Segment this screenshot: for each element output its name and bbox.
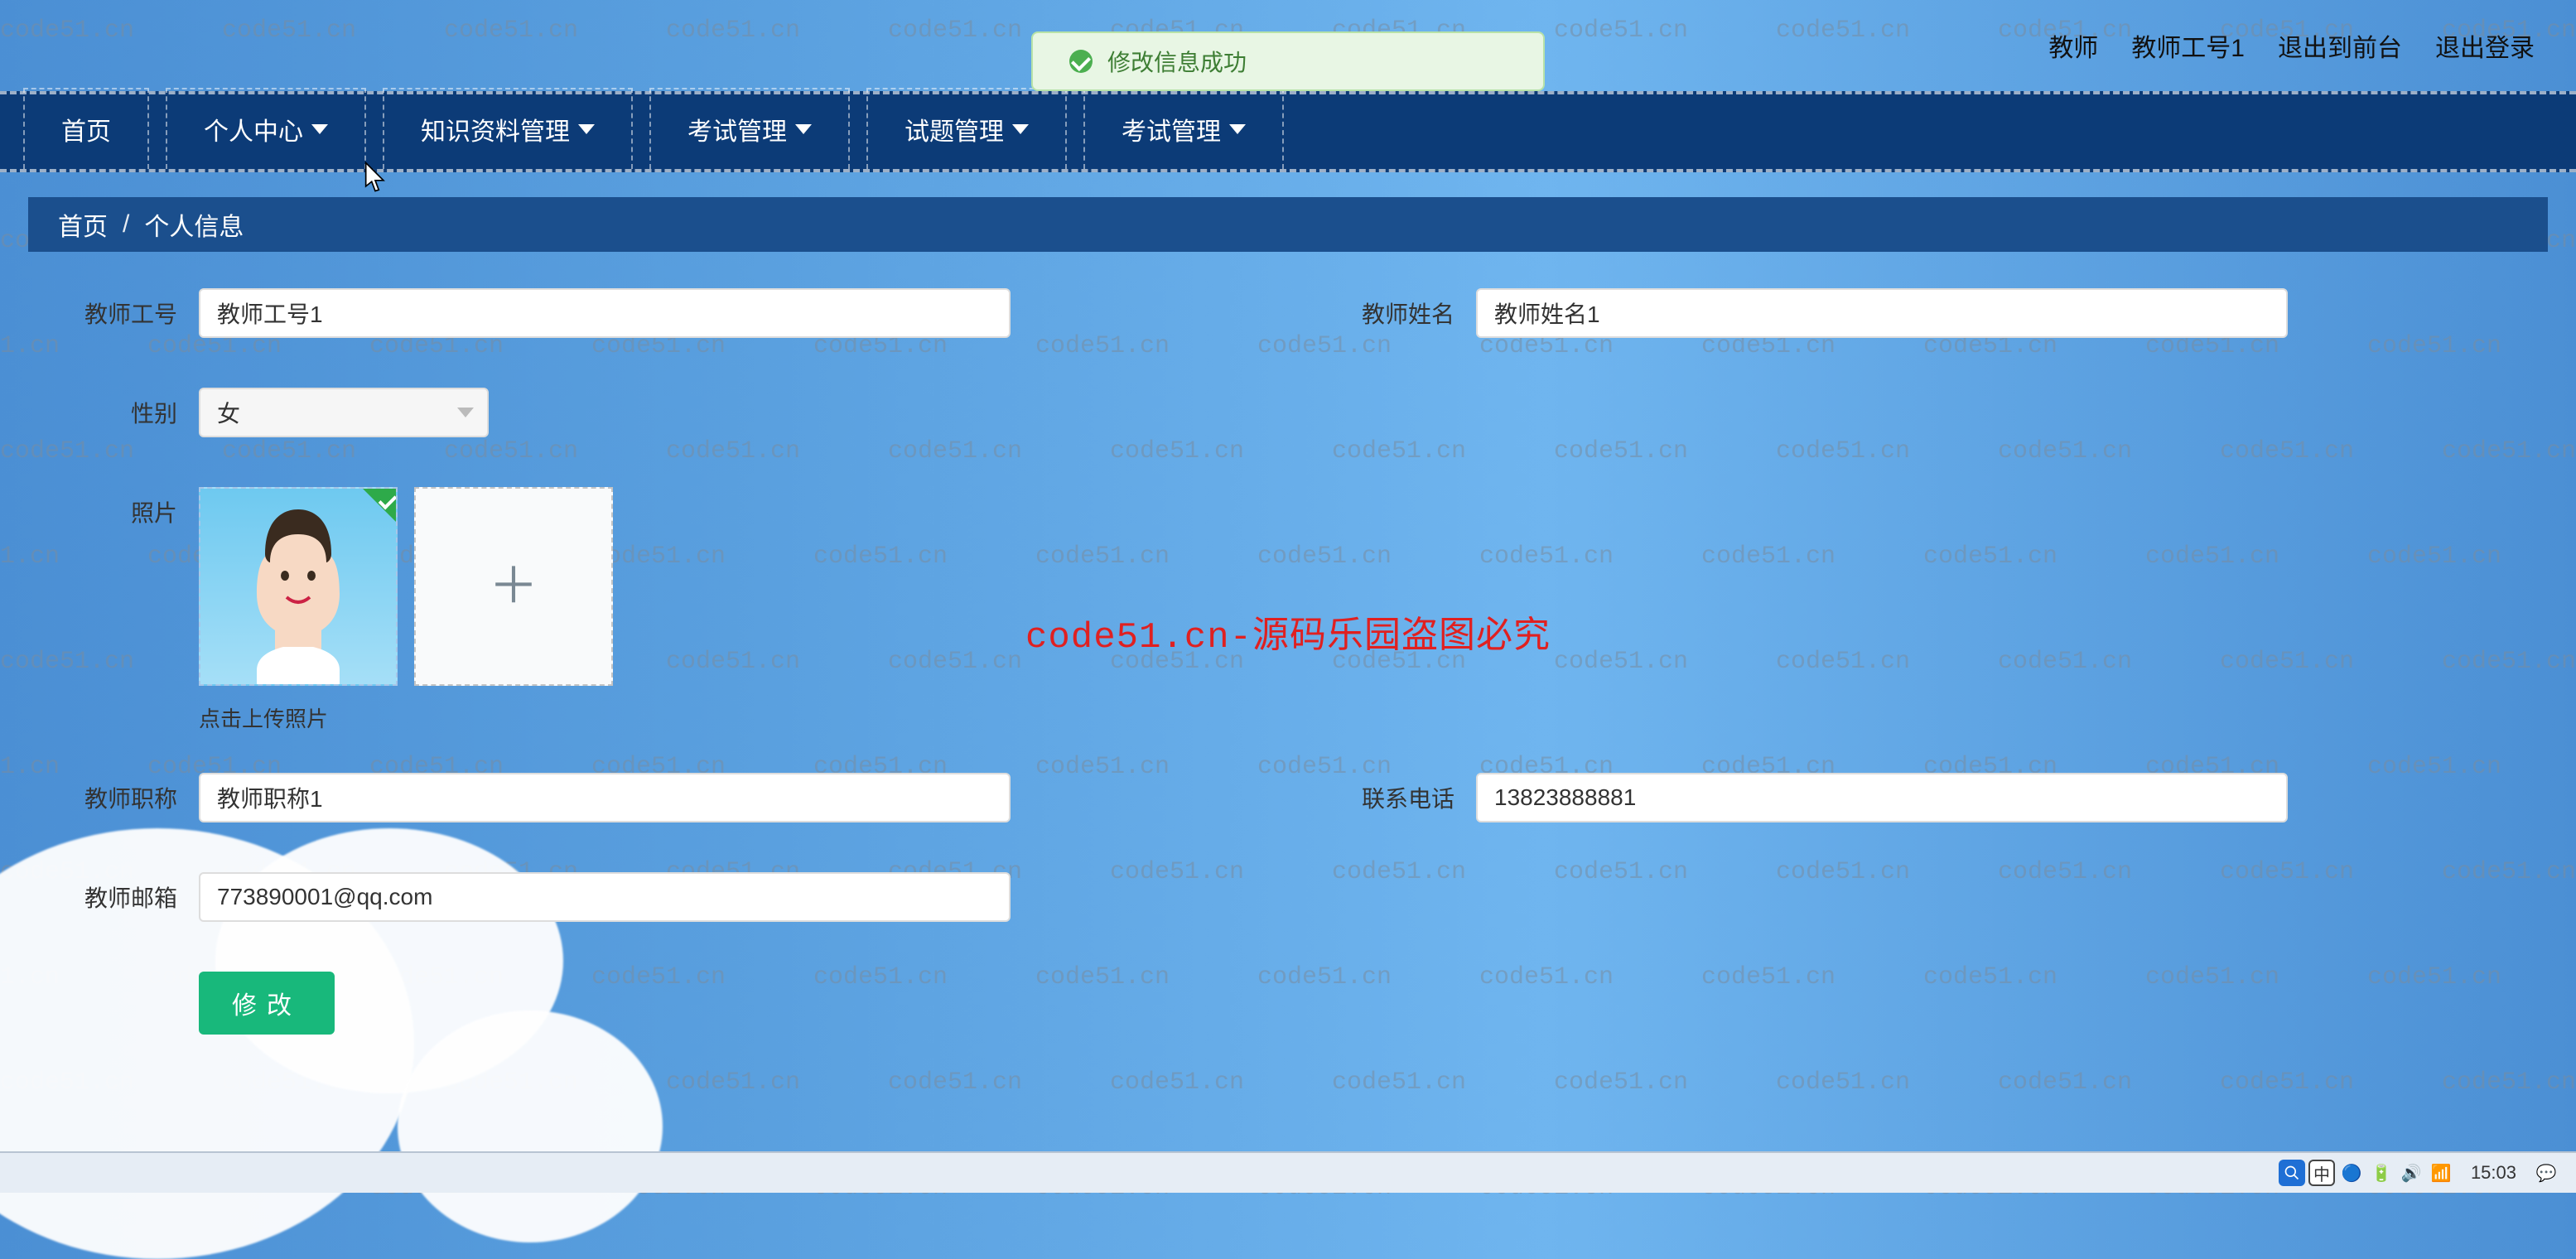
back-link[interactable]: 退出到前台: [2278, 27, 2402, 64]
plus-icon: ＋: [489, 562, 538, 611]
taskbar-network-icon[interactable]: 🔵: [2338, 1160, 2365, 1186]
nav-home[interactable]: 首页: [23, 88, 149, 169]
chevron-down-icon: [578, 124, 595, 134]
title-label: 教师职称: [70, 781, 177, 814]
check-circle-icon: [1069, 50, 1093, 73]
nav-label: 试题管理: [904, 111, 1004, 147]
user-id: 教师工号1: [2131, 27, 2245, 64]
avatar-placeholder-icon: [224, 504, 373, 686]
breadcrumb-sep: /: [123, 210, 129, 239]
nav-personal[interactable]: 个人中心: [166, 88, 366, 169]
nav-label: 考试管理: [687, 111, 787, 147]
nav-label: 知识资料管理: [421, 111, 570, 147]
chevron-down-icon: [795, 124, 812, 134]
breadcrumb-current: 个人信息: [144, 206, 244, 243]
teacher-id-label: 教师工号: [70, 297, 177, 330]
phone-label: 联系电话: [1347, 781, 1454, 814]
watermark-overlay-text: code51.cn-源码乐园盗图必究: [1025, 605, 1551, 658]
submit-button[interactable]: 修改: [199, 972, 335, 1035]
user-role: 教师: [2048, 27, 2098, 64]
logout-link[interactable]: 退出登录: [2435, 27, 2535, 64]
main-nav: 首页 个人中心 知识资料管理 考试管理 试题管理 考试管理: [0, 91, 2576, 172]
nav-question[interactable]: 试题管理: [866, 88, 1067, 169]
nav-label: 首页: [61, 111, 111, 147]
photo-thumbnail[interactable]: [199, 487, 398, 686]
taskbar-ime-icon[interactable]: 中: [2308, 1160, 2335, 1186]
chevron-down-icon: [457, 408, 474, 417]
chevron-down-icon: [311, 124, 328, 134]
nav-label: 个人中心: [204, 111, 303, 147]
teacher-name-input[interactable]: [1476, 288, 2288, 338]
chevron-down-icon: [1229, 124, 1246, 134]
taskbar-notify-icon[interactable]: 💬: [2533, 1160, 2559, 1186]
taskbar: 中 🔵 🔋 🔊 📶 15:03 💬: [0, 1151, 2576, 1193]
photo-label: 照片: [70, 487, 177, 528]
taskbar-search-icon[interactable]: [2279, 1160, 2305, 1186]
gender-value[interactable]: [199, 388, 489, 437]
taskbar-battery-icon[interactable]: 🔋: [2368, 1160, 2395, 1186]
decor-cloud: [398, 1011, 663, 1242]
phone-input[interactable]: [1476, 773, 2288, 822]
teacher-id-input[interactable]: [199, 288, 1011, 338]
success-toast: 修改信息成功: [1031, 31, 1545, 91]
taskbar-volume-icon[interactable]: 🔊: [2398, 1160, 2424, 1186]
gender-select[interactable]: [199, 388, 489, 437]
gender-label: 性别: [70, 396, 177, 429]
profile-form: 教师工号 教师姓名 性别 照片: [28, 288, 2548, 1035]
breadcrumb-home[interactable]: 首页: [58, 206, 108, 243]
toast-message: 修改信息成功: [1107, 45, 1247, 78]
email-label: 教师邮箱: [70, 880, 177, 914]
email-input[interactable]: [199, 872, 1011, 922]
nav-exam[interactable]: 考试管理: [649, 88, 850, 169]
teacher-name-label: 教师姓名: [1347, 297, 1454, 330]
nav-exam2[interactable]: 考试管理: [1083, 88, 1284, 169]
taskbar-time: 15:03: [2458, 1162, 2530, 1184]
photo-hint: 点击上传照片: [70, 702, 2548, 733]
upload-photo-button[interactable]: ＋: [414, 487, 613, 686]
breadcrumb: 首页 / 个人信息: [28, 197, 2548, 252]
taskbar-wifi-icon[interactable]: 📶: [2428, 1160, 2454, 1186]
chevron-down-icon: [1012, 124, 1029, 134]
nav-knowledge[interactable]: 知识资料管理: [383, 88, 633, 169]
title-input[interactable]: [199, 773, 1011, 822]
nav-label: 考试管理: [1122, 111, 1221, 147]
